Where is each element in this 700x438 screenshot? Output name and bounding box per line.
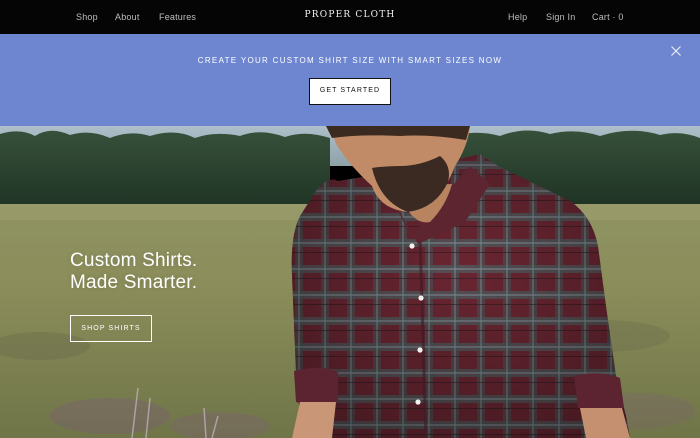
close-icon[interactable] (670, 45, 682, 57)
get-started-button[interactable]: GET STARTED (309, 78, 391, 105)
promo-banner: CREATE YOUR CUSTOM SHIRT SIZE WITH SMART… (0, 34, 700, 126)
promo-banner-message: CREATE YOUR CUSTOM SHIRT SIZE WITH SMART… (197, 56, 503, 65)
hero-section: Custom Shirts. Made Smarter. SHOP SHIRTS (0, 126, 700, 438)
nav-link-help[interactable]: Help (508, 12, 527, 22)
brand-logo[interactable]: PROPER CLOTH (305, 10, 396, 20)
nav-link-sign-in[interactable]: Sign In (546, 12, 575, 22)
hero-heading-line-1: Custom Shirts. (70, 250, 198, 271)
hero-heading: Custom Shirts. Made Smarter. (70, 250, 197, 294)
nav-link-cart[interactable]: Cart · 0 (592, 12, 624, 22)
top-navigation: Shop About Features PROPER CLOTH Help Si… (0, 0, 700, 34)
hero-heading-line-2: Made Smarter. (70, 272, 198, 293)
shop-shirts-button[interactable]: SHOP SHIRTS (70, 315, 152, 342)
